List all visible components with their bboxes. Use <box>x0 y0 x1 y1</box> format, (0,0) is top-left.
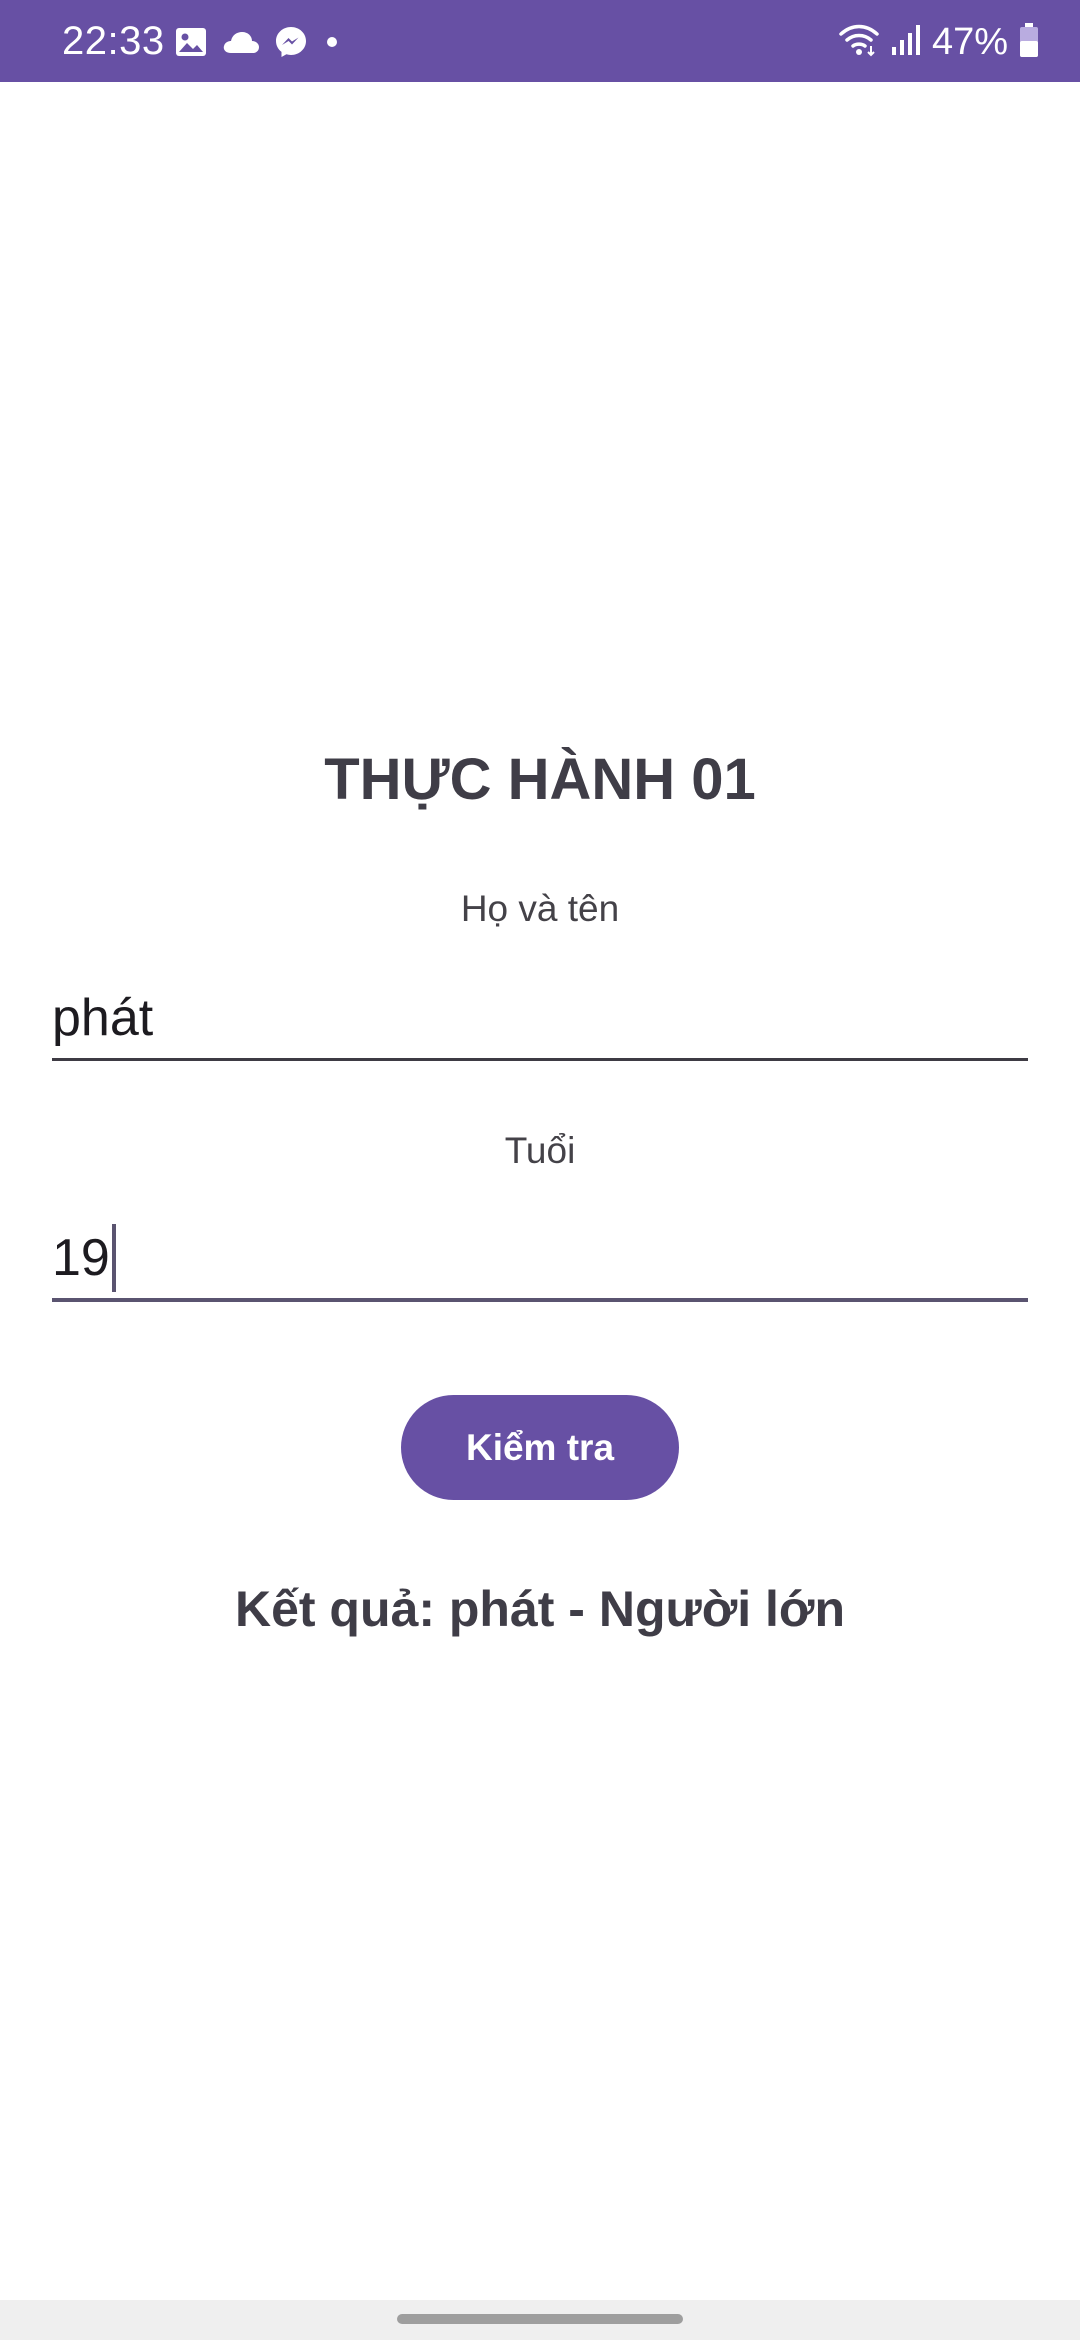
name-input-value: phát <box>52 989 154 1047</box>
age-input[interactable]: 19 <box>52 1224 1028 1302</box>
battery-icon <box>1018 22 1040 63</box>
gallery-icon <box>174 26 208 58</box>
notification-icons <box>174 24 342 60</box>
wifi-icon <box>838 22 880 63</box>
name-label: Họ và tên <box>460 888 620 929</box>
check-button[interactable]: Kiểm tra <box>401 1395 679 1500</box>
status-time: 22:33 <box>62 19 165 63</box>
name-input[interactable]: phát <box>52 984 1028 1061</box>
app-screen: 22:33 47% THỰC HÀNH 01 Họ và tên phát Tu… <box>0 0 1080 2340</box>
messenger-icon <box>274 25 308 59</box>
cloud-icon <box>222 29 260 55</box>
status-bar: 22:33 47% <box>0 0 1080 82</box>
system-icons: 47% <box>838 20 1040 64</box>
result-text: Kết quả: phát - Người lớn <box>234 1581 846 1637</box>
text-cursor <box>111 1224 116 1292</box>
age-input-value: 19 <box>52 1229 110 1287</box>
page-title: THỰC HÀNH 01 <box>324 747 756 812</box>
battery-percent: 47% <box>931 21 1008 63</box>
signal-icon <box>890 23 922 62</box>
age-label: Tuổi <box>504 1130 576 1171</box>
age-input-text: 19 <box>52 1224 116 1292</box>
home-gesture-handle[interactable] <box>397 2314 683 2324</box>
navigation-bar <box>0 2300 1080 2340</box>
dot-icon <box>322 32 342 52</box>
